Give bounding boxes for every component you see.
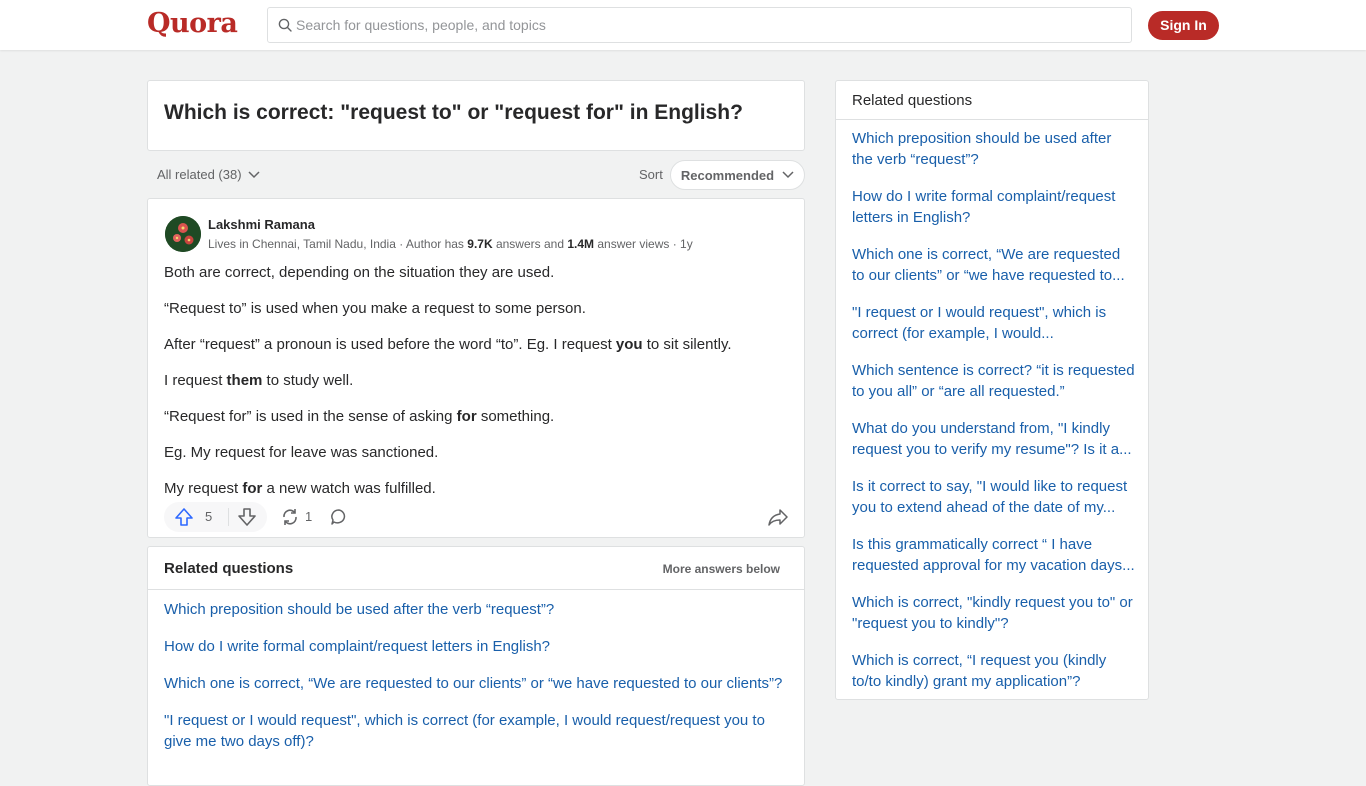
sidebar-question-text: How do I write formal complaint/request … <box>852 188 1116 226</box>
related-question-link[interactable]: Which one is correct, “We are requested … <box>164 673 794 694</box>
sidebar-question-link[interactable]: Which preposition should be used after t… <box>852 128 1136 186</box>
sort-label: Sort <box>639 167 663 182</box>
sidebar-question-link[interactable]: Is this grammatically correct “ I have r… <box>852 534 1136 592</box>
cred-suffix: answer views · 1y <box>594 237 693 251</box>
share-forward-icon[interactable] <box>768 508 788 526</box>
avatar-flower-image <box>165 216 201 252</box>
sign-in-button[interactable]: Sign In <box>1148 11 1219 40</box>
related-list: Which preposition should be used after t… <box>164 599 794 768</box>
comment-icon[interactable] <box>330 508 348 526</box>
text: My request <box>164 480 243 497</box>
sidebar-question-link[interactable]: Which sentence is correct? “it is reques… <box>852 360 1136 418</box>
answer-paragraph: “Request for” is used in the sense of as… <box>164 407 794 443</box>
sidebar-question-link[interactable]: What do you understand from, "I kindly r… <box>852 418 1136 476</box>
author-credential: Lives in Chennai, Tamil Nadu, India · Au… <box>208 237 693 251</box>
sidebar-question-text: Which sentence is correct? “it is reques… <box>852 362 1135 400</box>
text: After “request” a pronoun is used before… <box>164 336 616 353</box>
text: “Request for” is used in the sense of as… <box>164 408 457 425</box>
related-question-link[interactable]: How do I write formal complaint/request … <box>164 636 794 657</box>
chevron-down-icon <box>782 171 794 179</box>
author-name[interactable]: Lakshmi Ramana <box>208 217 315 232</box>
answer-paragraph: I request them to study well. <box>164 371 794 407</box>
sidebar-question-text: Which is correct, "kindly request you to… <box>852 594 1133 632</box>
question-title: Which is correct: "request to" or "reque… <box>164 101 743 124</box>
sidebar-question-text: What do you understand from, "I kindly r… <box>852 420 1132 458</box>
cred-prefix: Lives in Chennai, Tamil Nadu, India · Au… <box>208 237 468 251</box>
answer-paragraph: Eg. My request for leave was sanctioned. <box>164 443 794 479</box>
related-questions-card: Related questions More answers below Whi… <box>147 546 805 786</box>
avatar[interactable] <box>165 216 201 252</box>
bold-text: them <box>226 372 263 389</box>
sidebar-title: Related questions <box>852 92 973 109</box>
sidebar-question-link[interactable]: "I request or I would request", which is… <box>852 302 1136 360</box>
search-input[interactable] <box>296 8 1116 42</box>
all-related-dropdown[interactable]: All related (38) <box>157 167 260 182</box>
sort-value: Recommended <box>680 167 775 183</box>
vote-divider <box>228 508 229 526</box>
bold-text: for <box>456 408 477 425</box>
text: Eg. My request for leave was sanctioned. <box>164 444 439 461</box>
answer-paragraph: After “request” a pronoun is used before… <box>164 335 794 371</box>
reshare-count: 1 <box>305 509 313 524</box>
sidebar-question-link[interactable]: How do I write formal complaint/request … <box>852 186 1136 244</box>
bold-text: you <box>615 336 643 353</box>
views-count: 1.4M <box>567 237 595 251</box>
vote-pill: 5 <box>164 502 267 532</box>
chevron-down-icon <box>248 170 260 178</box>
answers-count: 9.7K <box>467 237 493 251</box>
sort-dropdown[interactable]: Recommended <box>670 160 805 190</box>
all-related-label: All related (38) <box>157 167 242 182</box>
related-header: Related questions More answers below <box>148 547 804 590</box>
question-card: Which is correct: "request to" or "reque… <box>147 80 805 151</box>
top-navbar: Quora Sign In <box>0 0 1366 50</box>
answer-paragraph: Both are correct, depending on the situa… <box>164 263 794 299</box>
more-answers-below-link[interactable]: More answers below <box>663 562 780 576</box>
sidebar-question-text: Which one is correct, “We are requested … <box>852 246 1125 284</box>
quora-logo[interactable]: Quora <box>147 8 238 39</box>
sidebar-question-text: "I request or I would request", which is… <box>852 304 1107 342</box>
sidebar-question-link[interactable]: Which is correct, “I request you (kindly… <box>852 650 1136 708</box>
search-box[interactable] <box>267 7 1132 43</box>
related-title: Related questions <box>164 560 294 577</box>
bold-text: for <box>242 480 263 497</box>
related-question-link[interactable]: "I request or I would request", which is… <box>164 710 794 752</box>
text: “Request to” is used when you make a req… <box>164 300 586 317</box>
cred-mid: answers and <box>492 237 568 251</box>
sidebar-list: Which preposition should be used after t… <box>852 128 1136 708</box>
text: I request <box>164 372 227 389</box>
answer-body: Both are correct, depending on the situa… <box>164 263 794 515</box>
sidebar-question-link[interactable]: Which is correct, "kindly request you to… <box>852 592 1136 650</box>
upvote-icon[interactable] <box>174 508 194 526</box>
sidebar-question-link[interactable]: Which one is correct, “We are requested … <box>852 244 1136 302</box>
upvote-count: 5 <box>205 509 213 524</box>
sidebar-related-questions: Related questions Which preposition shou… <box>835 80 1149 700</box>
answer-paragraph: “Request to” is used when you make a req… <box>164 299 794 335</box>
text: to study well. <box>262 372 354 389</box>
text: something. <box>476 408 555 425</box>
search-icon <box>278 18 292 32</box>
text: Both are correct, depending on the situa… <box>164 264 555 281</box>
downvote-icon[interactable] <box>237 508 257 526</box>
answer-actions: 5 1 <box>164 502 792 532</box>
text: a new watch was fulfilled. <box>262 480 436 497</box>
text: to sit silently. <box>642 336 732 353</box>
sidebar-header: Related questions <box>836 81 1148 120</box>
related-question-link[interactable]: Which preposition should be used after t… <box>164 599 794 620</box>
sidebar-question-text: Which is correct, “I request you (kindly… <box>852 652 1107 690</box>
sidebar-question-text: Is this grammatically correct “ I have r… <box>852 536 1135 574</box>
sidebar-question-text: Is it correct to say, "I would like to r… <box>852 478 1128 516</box>
answer-card: Lakshmi Ramana Lives in Chennai, Tamil N… <box>147 198 805 538</box>
sidebar-question-text: Which preposition should be used after t… <box>852 130 1112 168</box>
reshare-icon[interactable] <box>280 508 300 526</box>
sidebar-question-link[interactable]: Is it correct to say, "I would like to r… <box>852 476 1136 534</box>
